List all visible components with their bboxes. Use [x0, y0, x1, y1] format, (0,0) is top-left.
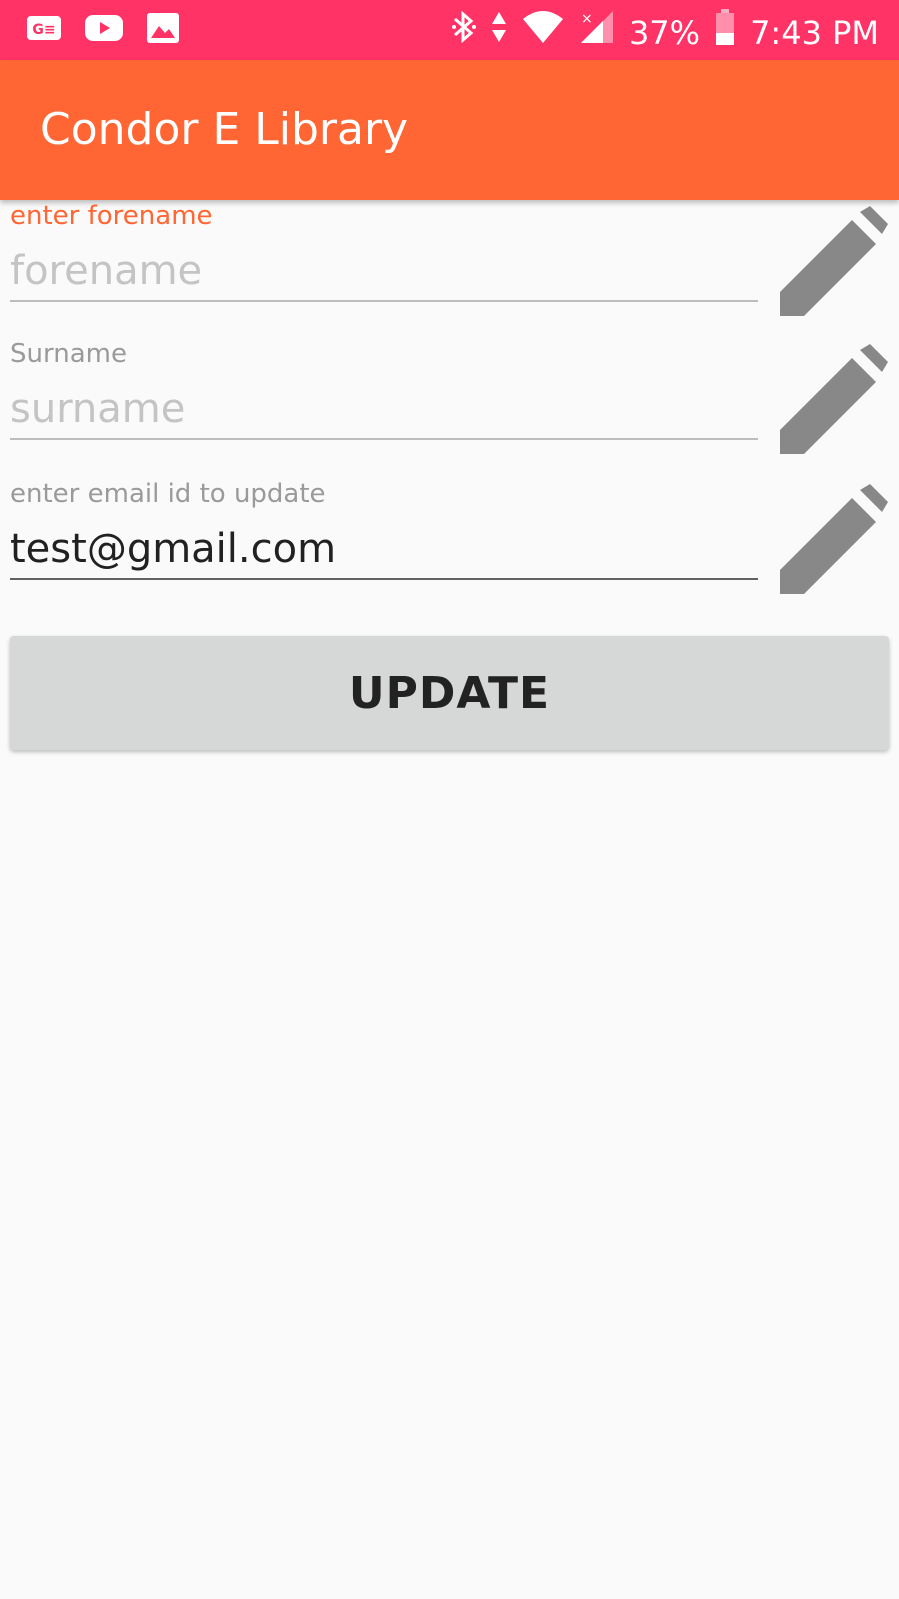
youtube-icon [84, 13, 124, 47]
clock: 7:43 PM [750, 13, 879, 52]
gallery-icon [146, 12, 180, 48]
battery-icon [714, 8, 736, 57]
email-input[interactable] [10, 520, 758, 580]
surname-field: Surname [10, 338, 758, 458]
svg-text:×: × [581, 11, 593, 27]
system-status: × 37% 7:43 PM [451, 8, 879, 57]
edit-email-pencil-icon[interactable] [778, 484, 890, 596]
edit-forename-pencil-icon[interactable] [778, 206, 890, 318]
app-title: Condor E Library [40, 104, 409, 155]
notification-icons: G≡ [26, 12, 180, 48]
app-bar: Condor E Library [0, 60, 899, 200]
wifi-icon [521, 9, 565, 56]
status-bar: G≡ × 37% 7:43 PM [0, 0, 899, 60]
update-button[interactable]: UPDATE [10, 636, 889, 750]
forename-field: enter forename [10, 200, 758, 320]
svg-text:G≡: G≡ [32, 22, 55, 38]
forename-label: enter forename [10, 201, 213, 231]
battery-percent: 37% [628, 13, 701, 52]
forename-input[interactable] [10, 242, 758, 302]
surname-label: Surname [10, 339, 127, 369]
bluetooth-icon [451, 9, 477, 56]
data-arrows-icon [491, 10, 507, 55]
email-field: enter email id to update [10, 478, 758, 598]
signal-icon: × [579, 9, 615, 56]
surname-input[interactable] [10, 380, 758, 440]
email-label: enter email id to update [10, 479, 326, 509]
edit-surname-pencil-icon[interactable] [778, 344, 890, 456]
ge-icon: G≡ [26, 13, 62, 47]
